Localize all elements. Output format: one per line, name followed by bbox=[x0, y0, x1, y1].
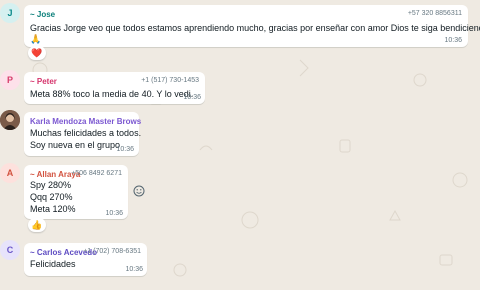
message-time: 10:36 bbox=[125, 266, 143, 273]
message-bubble[interactable]: ~ Carlos Acevedo +1 (702) 708-6351 Felic… bbox=[24, 243, 147, 276]
heart-icon: ❤️ bbox=[31, 47, 43, 58]
message-text: Muchas felicidades a todos. bbox=[30, 128, 142, 138]
smiley-icon[interactable] bbox=[132, 184, 146, 198]
message-time: 10:36 bbox=[105, 210, 123, 217]
avatar[interactable]: P bbox=[0, 70, 20, 90]
message-emoji: 🙏 bbox=[30, 34, 42, 44]
avatar-photo[interactable] bbox=[0, 110, 20, 130]
message-time: 10:36 bbox=[116, 146, 134, 153]
sender-phone: +1 (702) 708-6351 bbox=[83, 248, 141, 255]
avatar[interactable]: A bbox=[0, 163, 20, 183]
reaction-thumbs-up[interactable]: 👍 bbox=[28, 218, 46, 232]
message-time: 10:36 bbox=[183, 94, 201, 101]
sender-phone: +1 (517) 730-1453 bbox=[141, 77, 199, 84]
avatar[interactable]: C bbox=[0, 240, 20, 260]
sender-name[interactable]: ~ Peter bbox=[30, 77, 57, 86]
message-text: Soy nueva en el grupo bbox=[30, 140, 121, 150]
message-bubble[interactable]: Karla Mendoza Master Brows Muchas felici… bbox=[24, 112, 142, 156]
message-bubble[interactable]: ~ Peter +1 (517) 730-1453 Meta 88% toco … bbox=[24, 72, 205, 104]
message-text: Qqq 270% bbox=[30, 192, 73, 202]
avatar-letter: J bbox=[7, 8, 13, 18]
avatar[interactable]: J bbox=[0, 3, 20, 23]
reaction-heart[interactable]: ❤️ bbox=[28, 46, 46, 60]
avatar-letter: C bbox=[6, 245, 14, 255]
message-text: Gracias Jorge veo que todos estamos apre… bbox=[30, 23, 480, 33]
thumbs-up-icon: 👍 bbox=[31, 219, 43, 230]
message-text: Felicidades bbox=[30, 259, 76, 269]
avatar-letter: A bbox=[6, 168, 14, 178]
message-text: Spy 280% bbox=[30, 180, 72, 190]
message-time: 10:36 bbox=[444, 37, 462, 44]
message-text: Meta 120% bbox=[30, 204, 76, 214]
message-bubble[interactable]: ~ Allan Araya +506 8492 6271 Spy 280% Qq… bbox=[24, 165, 128, 219]
message-text: Meta 88% toco la media de 40. Y lo vedi. bbox=[30, 89, 194, 99]
sender-name[interactable]: ~ Jose bbox=[30, 10, 55, 19]
profile-photo-icon bbox=[0, 110, 20, 130]
sender-phone: +57 320 8856311 bbox=[407, 10, 462, 17]
message-bubble[interactable]: ~ Jose +57 320 8856311 Gracias Jorge veo… bbox=[24, 5, 480, 47]
sender-name[interactable]: Karla Mendoza Master Brows bbox=[30, 117, 141, 126]
sender-phone: +506 8492 6271 bbox=[71, 170, 122, 177]
avatar-letter: P bbox=[6, 75, 13, 85]
